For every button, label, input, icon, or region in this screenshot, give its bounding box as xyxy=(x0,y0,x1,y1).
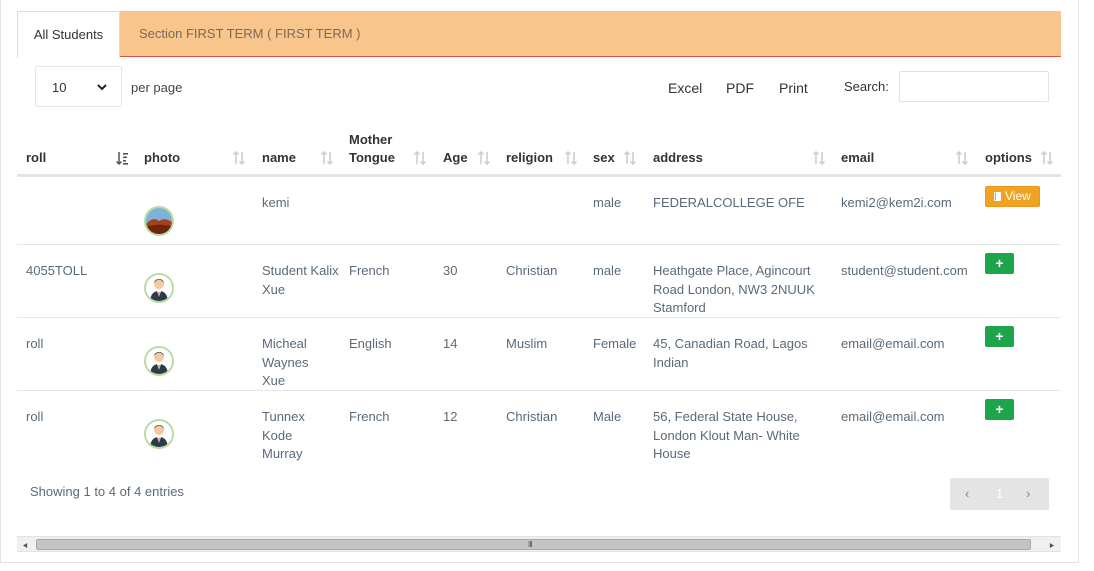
column-label: Mother Tongue xyxy=(349,131,395,167)
column-header-email[interactable]: email xyxy=(841,122,976,177)
column-label: photo xyxy=(144,150,181,165)
column-header-sex[interactable]: sex xyxy=(593,122,648,177)
page-length-select[interactable]: 10 xyxy=(35,66,122,107)
scroll-left-icon[interactable] xyxy=(20,540,30,550)
chevron-down-icon[interactable] xyxy=(81,67,123,106)
tab-section-first-term[interactable]: Section FIRST TERM ( FIRST TERM ) xyxy=(139,11,361,57)
view-button-label: View xyxy=(1005,189,1031,203)
cell-sex: Female xyxy=(593,336,637,351)
cell-age: 12 xyxy=(443,409,458,424)
scrollbar-thumb[interactable]: III xyxy=(36,539,1031,550)
add-button[interactable]: + xyxy=(985,399,1014,420)
column-header-mother-tongue[interactable]: Mother Tongue xyxy=(349,122,434,177)
cell-email: kemi2@kem2i.com xyxy=(841,195,952,210)
next-page-button[interactable]: › xyxy=(1026,486,1030,501)
column-label: options xyxy=(985,150,1032,165)
cell-address: FEDERALCOLLEGE OFE xyxy=(653,195,805,210)
cell-address: Heathgate Place, Agincourt Road London, … xyxy=(653,263,815,315)
add-button[interactable]: + xyxy=(985,326,1014,347)
view-button[interactable]: View xyxy=(985,186,1040,207)
cell-religion: Christian xyxy=(506,263,558,278)
sort-icon xyxy=(565,151,577,165)
table-header: roll photo name Mother Tongue Age religio… xyxy=(17,122,1061,177)
cell-mother-tongue: French xyxy=(349,263,390,278)
sort-icon xyxy=(414,151,426,165)
column-label-line: Tongue xyxy=(349,150,395,165)
horizontal-scrollbar[interactable]: III xyxy=(17,536,1061,552)
add-button[interactable]: + xyxy=(985,253,1014,274)
sort-icon xyxy=(321,151,333,165)
cell-email: email@email.com xyxy=(841,336,945,351)
tab-all-students[interactable]: All Students xyxy=(17,11,120,58)
sort-asc-icon xyxy=(116,151,128,165)
column-label: email xyxy=(841,150,875,165)
search-input[interactable] xyxy=(899,71,1049,102)
cell-sex: Male xyxy=(593,409,622,424)
pdf-button[interactable]: PDF xyxy=(726,80,754,96)
page-length-value: 10 xyxy=(52,80,67,95)
print-button[interactable]: Print xyxy=(779,80,808,96)
sort-icon xyxy=(1041,151,1053,165)
cell-religion: Christian xyxy=(506,409,558,424)
cell-email: student@student.com xyxy=(841,263,968,278)
cell-address: 56, Federal State House, London Klout Ma… xyxy=(653,409,800,461)
cell-mother-tongue: English xyxy=(349,336,392,351)
cell-roll: roll xyxy=(26,336,44,351)
cell-sex: male xyxy=(593,263,622,278)
table-row: roll Micheal Waynes Xue English 14 Musli… xyxy=(17,318,1061,391)
excel-button[interactable]: Excel xyxy=(668,80,702,96)
sort-icon xyxy=(956,151,968,165)
sort-icon xyxy=(624,151,636,165)
search-label: Search: xyxy=(844,79,889,94)
table-info: Showing 1 to 4 of 4 entries xyxy=(30,484,184,499)
page-1-button[interactable]: 1 xyxy=(996,486,1003,501)
person-icon xyxy=(144,346,174,376)
pagination: ‹ 1 › xyxy=(950,478,1049,510)
table-row: kemi male FEDERALCOLLEGE OFE kemi2@kem2i… xyxy=(17,177,1061,245)
scroll-right-icon[interactable] xyxy=(1046,540,1056,550)
previous-page-button[interactable]: ‹ xyxy=(965,486,969,501)
cell-roll: 4055TOLL xyxy=(26,263,88,278)
scrollbar-grip: III xyxy=(528,540,533,549)
cell-name: kemi xyxy=(262,195,290,210)
cell-address: 45, Canadian Road, Lagos Indian xyxy=(653,336,808,370)
column-header-options[interactable]: options xyxy=(985,122,1057,177)
column-label-line: Mother xyxy=(349,132,393,147)
sort-icon xyxy=(478,151,490,165)
cell-age: 14 xyxy=(443,336,458,351)
book-icon xyxy=(994,192,1001,201)
cell-age: 30 xyxy=(443,263,458,278)
sort-icon xyxy=(813,151,825,165)
table-row: 4055TOLL Student Kalix Xue French 30 Chr… xyxy=(17,245,1061,318)
per-page-label: per page xyxy=(131,80,183,95)
cell-name: Tunnex Kode Murray xyxy=(262,409,305,461)
column-header-photo[interactable]: photo xyxy=(144,122,254,177)
column-label: address xyxy=(653,150,703,165)
table-row: roll Tunnex Kode Murray French 12 Christ… xyxy=(17,391,1061,463)
person-icon xyxy=(144,273,174,303)
person-icon xyxy=(144,419,174,449)
column-header-age[interactable]: Age xyxy=(443,122,498,177)
cell-sex: male xyxy=(593,195,622,210)
column-label: religion xyxy=(506,150,553,165)
cell-roll: roll xyxy=(26,409,44,424)
landscape-photo-icon xyxy=(144,206,174,236)
column-label: roll xyxy=(26,150,47,165)
cell-mother-tongue: French xyxy=(349,409,390,424)
column-header-name[interactable]: name xyxy=(262,122,342,177)
column-label: name xyxy=(262,150,296,165)
column-label: Age xyxy=(443,150,468,165)
sort-icon xyxy=(233,151,245,165)
column-header-religion[interactable]: religion xyxy=(506,122,586,177)
cell-religion: Muslim xyxy=(506,336,548,351)
cell-email: email@email.com xyxy=(841,409,945,424)
tab-bar: All Students Section FIRST TERM ( FIRST … xyxy=(17,11,1061,58)
cell-name: Micheal Waynes Xue xyxy=(262,336,309,388)
column-header-roll[interactable]: roll xyxy=(26,122,136,177)
column-header-address[interactable]: address xyxy=(653,122,833,177)
cell-name: Student Kalix Xue xyxy=(262,263,339,297)
column-label: sex xyxy=(593,150,615,165)
